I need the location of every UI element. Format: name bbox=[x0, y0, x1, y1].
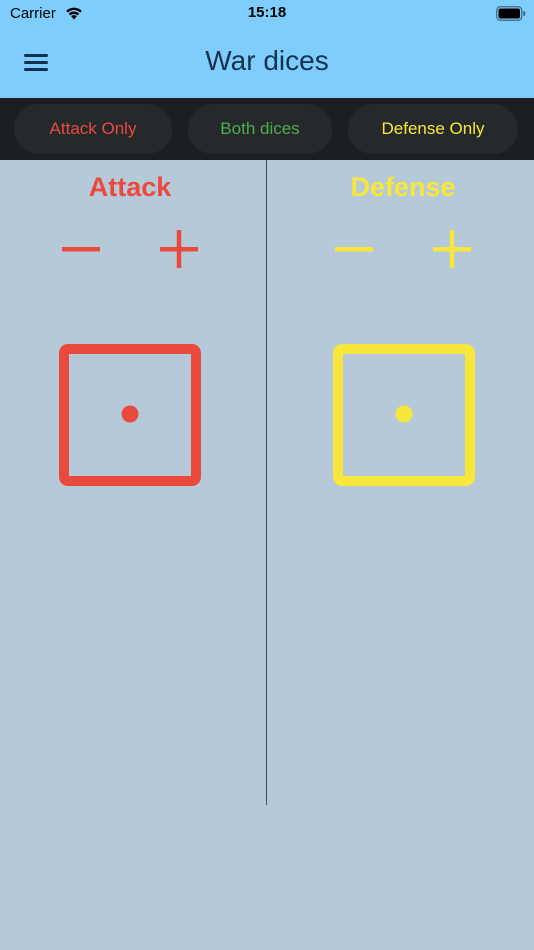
attack-minus-icon[interactable] bbox=[57, 225, 105, 273]
defense-only-button[interactable]: Defense Only bbox=[348, 104, 518, 154]
attack-title: Attack bbox=[88, 172, 172, 202]
defense-minus-icon[interactable] bbox=[330, 225, 378, 273]
defense-dice[interactable] bbox=[333, 344, 475, 486]
defense-title: Defense bbox=[350, 172, 456, 202]
both-dices-button[interactable]: Both dices bbox=[188, 104, 332, 154]
page-title: War dices bbox=[205, 45, 329, 76]
defense-dice-pip bbox=[395, 405, 413, 423]
battery-icon bbox=[496, 6, 526, 21]
attack-dice[interactable] bbox=[59, 344, 201, 486]
top-bar: Carrier 15:18 War dices bbox=[0, 0, 534, 98]
mode-selector: Attack Only Both dices Defense Only bbox=[0, 98, 534, 160]
clock: 15:18 bbox=[247, 4, 287, 21]
status-bar: Carrier 15:18 bbox=[0, 0, 534, 28]
defense-plus-icon[interactable] bbox=[428, 225, 476, 273]
attack-dice-pip bbox=[121, 405, 139, 423]
attack-plus-icon[interactable] bbox=[155, 225, 203, 273]
attack-only-button[interactable]: Attack Only bbox=[14, 104, 172, 154]
panel-divider bbox=[266, 160, 267, 805]
